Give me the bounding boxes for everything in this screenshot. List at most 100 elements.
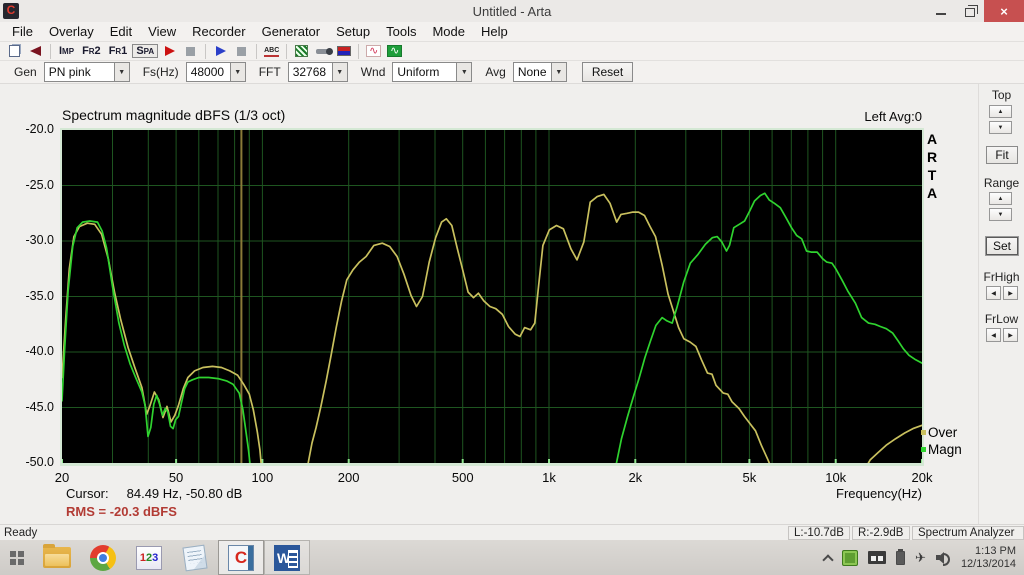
mode-imp-button[interactable]: Imp — [56, 43, 77, 60]
frlow-spinner: ◀ ▶ — [986, 328, 1018, 342]
window-title: Untitled - Arta — [472, 3, 552, 19]
clock-date: 12/13/2014 — [960, 557, 1016, 570]
legend-swatch — [921, 447, 926, 452]
watermark-letter: A — [926, 131, 938, 147]
frlow-right-button[interactable]: ▶ — [1003, 328, 1018, 342]
chevron-down-icon[interactable]: ▼ — [331, 63, 347, 81]
menu-help[interactable]: Help — [473, 22, 516, 41]
toolbar-separator — [205, 43, 207, 59]
gen-dropdown[interactable]: PN pink ▼ — [43, 62, 130, 82]
toolbar: Imp Fr2 Fr1 Spa ABC ∿ ∿ — [0, 41, 1024, 60]
watermark-letter: A — [926, 185, 938, 201]
battery-icon[interactable] — [896, 548, 906, 565]
range-down-button[interactable]: ▼ — [989, 208, 1012, 221]
tray-display-icon[interactable] — [868, 551, 887, 564]
taskbar-word-icon: W — [274, 544, 300, 571]
menu-view[interactable]: View — [140, 22, 184, 41]
overlay-flag-button[interactable] — [26, 43, 45, 60]
setting-label-wnd: Wnd — [360, 65, 386, 79]
wnd-dropdown[interactable]: Uniform ▼ — [392, 62, 473, 82]
x-tick-label: 50 — [168, 470, 184, 485]
range-up-button[interactable]: ▲ — [989, 192, 1012, 205]
x-axis-title: Frequency(Hz) — [836, 486, 922, 501]
fshz-dropdown[interactable]: 48000 ▼ — [185, 62, 246, 82]
new-file-button[interactable] — [5, 43, 24, 60]
play-stop-button[interactable] — [232, 43, 251, 60]
mode-fr1-button[interactable]: Fr1 — [106, 43, 131, 60]
record-start-button[interactable] — [160, 43, 179, 60]
signal-analyzer-button[interactable]: ∿ — [385, 43, 404, 60]
setting-label-avg: Avg — [485, 65, 506, 79]
mode-fr2-button[interactable]: Fr2 — [79, 43, 104, 60]
record-stop-button[interactable] — [181, 43, 200, 60]
x-tick-label: 200 — [337, 470, 360, 485]
taskbar-explorer[interactable] — [34, 540, 80, 575]
x-tick-label: 5k — [742, 470, 757, 485]
menu-setup[interactable]: Setup — [328, 22, 378, 41]
plot-frame — [60, 128, 924, 466]
start-button-icon — [10, 550, 16, 557]
menu-recorder[interactable]: Recorder — [184, 22, 253, 41]
settings-bar: Gen PN pink ▼ Fs(Hz) 48000 ▼ FFT 32768 ▼ Wnd Unifo… — [0, 60, 1024, 84]
microphone-button[interactable] — [313, 43, 334, 60]
menu-edit[interactable]: Edit — [102, 22, 140, 41]
fft-dropdown[interactable]: 32768 ▼ — [287, 62, 348, 82]
frhigh-left-button[interactable]: ◀ — [986, 286, 1001, 300]
taskbar-app-123-icon: 123 — [136, 545, 162, 570]
frhigh-right-button[interactable]: ▶ — [1003, 286, 1018, 300]
mode-fr2-button-label: Fr2 — [82, 45, 101, 57]
taskbar-word[interactable]: W — [264, 540, 310, 575]
chevron-down-icon[interactable]: ▼ — [229, 63, 245, 81]
x-tick-label: 500 — [451, 470, 474, 485]
x-tick-label: 100 — [251, 470, 274, 485]
level-meter-button[interactable] — [334, 43, 353, 60]
y-tick-label: -50.0 — [25, 455, 55, 469]
reset-button[interactable]: Reset — [581, 62, 634, 82]
fit-button[interactable]: Fit — [986, 146, 1018, 164]
workspace: Spectrum magnitude dBFS (1/3 oct) Left A… — [0, 84, 1024, 524]
signal-generator-button[interactable]: ∿ — [364, 43, 383, 60]
status-cell: R:-2.9dB — [852, 525, 910, 540]
scaling-button[interactable] — [292, 43, 311, 60]
x-tick-label: 20k — [911, 470, 933, 485]
taskbar-arta-icon: C — [228, 544, 254, 571]
frlow-left-button[interactable]: ◀ — [986, 328, 1001, 342]
y-tick-label: -30.0 — [25, 233, 55, 247]
tray-app-icon[interactable] — [842, 549, 859, 566]
set-button[interactable]: Set — [986, 237, 1018, 255]
taskbar-notepad-icon — [182, 544, 208, 571]
start-button[interactable] — [0, 540, 34, 575]
legend: Over Magn — [921, 424, 962, 458]
legend-swatch — [921, 430, 926, 435]
menu-generator[interactable]: Generator — [254, 22, 329, 41]
status-bar: Ready L:-10.7dB R:-2.9dB Spectrum Analyzer — [0, 524, 1024, 540]
restore-icon — [964, 4, 978, 17]
chevron-down-icon[interactable]: ▼ — [550, 63, 566, 81]
taskbar-notepad[interactable] — [172, 540, 218, 575]
menu-file[interactable]: File — [4, 22, 41, 41]
taskbar-chrome[interactable] — [80, 540, 126, 575]
avg-dropdown[interactable]: None ▼ — [512, 62, 567, 82]
status-cell: L:-10.7dB — [788, 525, 850, 540]
cursor-readout-button[interactable]: ABC — [262, 43, 281, 60]
top-up-button[interactable]: ▲ — [989, 105, 1012, 118]
menu-mode[interactable]: Mode — [424, 22, 473, 41]
mode-spa-button[interactable]: Spa — [132, 43, 159, 60]
taskbar: 123 CW ✈ 1:13 PM 12/13/2014 — [0, 540, 1024, 575]
menu-tools[interactable]: Tools — [378, 22, 424, 41]
tray-expand-icon[interactable] — [822, 553, 834, 566]
top-spinner: ▲ ▼ — [989, 105, 1012, 134]
x-tick-label: 10k — [825, 470, 847, 485]
volume-icon[interactable] — [935, 551, 951, 566]
taskbar-clock[interactable]: 1:13 PM 12/13/2014 — [961, 545, 1016, 571]
taskbar-app-123[interactable]: 123 — [126, 540, 172, 575]
spectrum-plot[interactable] — [62, 130, 922, 463]
airplane-mode-icon[interactable]: ✈ — [915, 550, 926, 566]
setting-label-gen: Gen — [14, 65, 37, 79]
taskbar-arta[interactable]: C — [218, 540, 264, 575]
menu-overlay[interactable]: Overlay — [41, 22, 102, 41]
top-down-button[interactable]: ▼ — [989, 121, 1012, 134]
play-start-button[interactable] — [211, 43, 230, 60]
chevron-down-icon[interactable]: ▼ — [113, 63, 129, 81]
chevron-down-icon[interactable]: ▼ — [456, 63, 472, 81]
